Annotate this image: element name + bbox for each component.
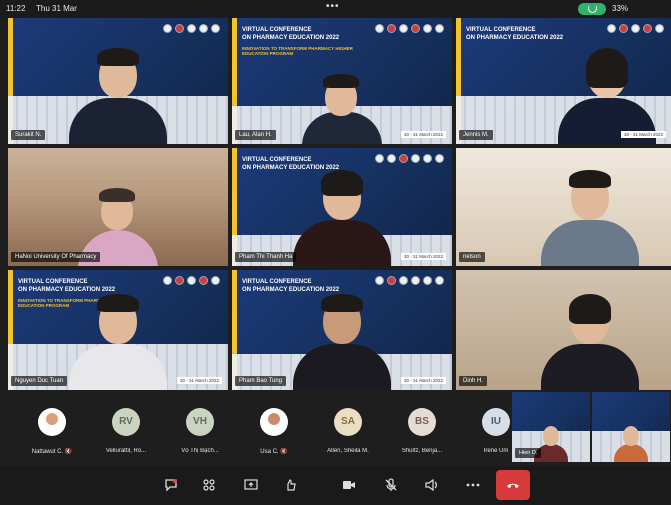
battery-level: 33% bbox=[612, 4, 629, 13]
conference-title: VIRTUAL CONFERENCE ON PHARMACY EDUCATION … bbox=[466, 27, 564, 41]
participant-name: Nattawut C. bbox=[31, 449, 64, 455]
participant-name: Usa C. bbox=[260, 449, 279, 455]
participant-name-tag: Dinh H. bbox=[459, 376, 488, 386]
sponsor-logos bbox=[375, 154, 444, 163]
conference-date-tag: 30 - 31 March 2022 bbox=[620, 131, 666, 138]
participant-chip[interactable]: Usa C. 🔇 bbox=[240, 392, 308, 464]
chat-bubble-icon[interactable] bbox=[160, 475, 182, 495]
conference-title: VIRTUAL CONFERENCE ON PHARMACY EDUCATION … bbox=[242, 27, 340, 41]
participant-video bbox=[535, 290, 645, 390]
sponsor-logos bbox=[375, 276, 444, 285]
participants-icon[interactable] bbox=[198, 475, 220, 495]
avatar: IU bbox=[482, 408, 510, 436]
conference-date-tag: 30 - 31 March 2022 bbox=[400, 131, 446, 138]
reactions-icon[interactable] bbox=[280, 475, 302, 495]
video-tile-nguyen-duc-tuan[interactable]: VIRTUAL CONFERENCE ON PHARMACY EDUCATION … bbox=[8, 270, 228, 390]
participant-name-tag: Hien D. bbox=[515, 448, 542, 458]
avatar: SA bbox=[334, 408, 362, 436]
participant-strip: Nattawut C. 🔇 RV Vellurattil, Ro... VH V… bbox=[8, 392, 671, 464]
participant-chip[interactable]: RV Vellurattil, Ro... bbox=[92, 392, 160, 464]
avatar: RV bbox=[112, 408, 140, 436]
participant-video bbox=[535, 166, 645, 266]
more-dots-icon[interactable]: ••• bbox=[326, 1, 340, 12]
conference-date-tag: 30 - 31 March 2022 bbox=[176, 377, 222, 384]
participant-name-tag: Surakit N. bbox=[11, 130, 46, 140]
mic-muted-icon: 🔇 bbox=[64, 449, 73, 455]
hang-up-icon bbox=[507, 483, 519, 488]
avatar bbox=[38, 408, 66, 436]
mini-video-tile[interactable]: Hien D. bbox=[512, 392, 590, 462]
participant-video bbox=[552, 44, 662, 144]
conference-date-tag: 30 - 31 March 2022 bbox=[400, 253, 446, 260]
video-tile-surakit[interactable]: Surakit N. bbox=[8, 18, 228, 144]
conference-date-tag: 30 - 31 March 2022 bbox=[400, 377, 446, 384]
video-tile-pham-thi-thanh-ha[interactable]: VIRTUAL CONFERENCE ON PHARMACY EDUCATION … bbox=[232, 148, 452, 266]
video-tile-dinh[interactable]: Dinh H. bbox=[456, 270, 671, 390]
sponsor-logos bbox=[163, 24, 220, 33]
participant-chip[interactable]: BS Shultz, Benja... bbox=[388, 392, 456, 464]
mini-video-tile[interactable] bbox=[592, 392, 670, 462]
participant-name-tag: nelson bbox=[459, 252, 485, 262]
participant-name: Shultz, Benja... bbox=[401, 448, 443, 454]
mic-muted-icon: 🔇 bbox=[280, 449, 288, 455]
status-bar: 11:22 Thu 31 Mar ••• 33% bbox=[0, 0, 671, 18]
avatar bbox=[260, 408, 288, 436]
participant-name-tag: Pham Bao Tung bbox=[235, 376, 287, 386]
participant-name-tag: Jennis M. bbox=[459, 130, 493, 140]
participant-name: Vellurattil, Ro... bbox=[105, 448, 147, 454]
microphone-muted-icon[interactable] bbox=[380, 475, 402, 495]
sponsor-logos bbox=[607, 24, 664, 33]
participant-video bbox=[287, 290, 397, 390]
conference-subtitle: INNOVATION TO TRANSFORM PHARMACY HIGHER … bbox=[242, 46, 353, 56]
clock-time: 11:22 bbox=[6, 4, 26, 13]
participant-name-tag: HaNoi University Of Pharmacy bbox=[11, 252, 101, 262]
share-screen-icon[interactable] bbox=[240, 475, 262, 495]
participant-video bbox=[63, 44, 173, 144]
participant-video bbox=[63, 290, 173, 390]
participant-chip[interactable]: SA Allen, Sheila M. bbox=[314, 392, 382, 464]
participant-video bbox=[611, 422, 651, 462]
sponsor-logos bbox=[375, 24, 444, 33]
avatar: VH bbox=[186, 408, 214, 436]
video-tile-nelson[interactable]: nelson bbox=[456, 148, 671, 266]
participant-name: Irene Um bbox=[483, 448, 509, 454]
participant-name-tag: Lau, Alan H. bbox=[235, 130, 276, 140]
active-call-icon[interactable] bbox=[578, 3, 606, 15]
sponsor-logos bbox=[163, 276, 220, 285]
participant-chip[interactable]: Nattawut C. 🔇 bbox=[18, 392, 86, 464]
video-tile-jennis[interactable]: VIRTUAL CONFERENCE ON PHARMACY EDUCATION … bbox=[456, 18, 671, 144]
video-tile-lau[interactable]: VIRTUAL CONFERENCE ON PHARMACY EDUCATION … bbox=[232, 18, 452, 144]
participant-name-tag: Pham Thi Thanh Ha bbox=[235, 252, 297, 262]
status-date: Thu 31 Mar bbox=[36, 4, 77, 13]
participant-chip[interactable]: VH Võ Thị Bạch... bbox=[166, 392, 234, 464]
speaker-icon[interactable] bbox=[420, 475, 442, 495]
video-tile-hanoi-university[interactable]: HaNoi University Of Pharmacy bbox=[8, 148, 228, 266]
hang-up-button[interactable] bbox=[496, 470, 530, 500]
participant-name: Võ Thị Bạch... bbox=[181, 448, 219, 454]
participant-name: Allen, Sheila M. bbox=[327, 448, 369, 454]
more-options-icon[interactable] bbox=[462, 475, 484, 495]
participant-video bbox=[297, 74, 387, 144]
participant-name-tag: Nguyen Duc Tuan bbox=[11, 376, 68, 386]
video-grid: Surakit N. VIRTUAL CONFERENCE ON PHARMACY… bbox=[8, 18, 671, 390]
meeting-control-bar bbox=[0, 466, 671, 505]
video-camera-icon[interactable] bbox=[338, 475, 360, 495]
video-tile-pham-bao-tung[interactable]: VIRTUAL CONFERENCE ON PHARMACY EDUCATION … bbox=[232, 270, 452, 390]
participant-video bbox=[287, 166, 397, 266]
avatar: BS bbox=[408, 408, 436, 436]
